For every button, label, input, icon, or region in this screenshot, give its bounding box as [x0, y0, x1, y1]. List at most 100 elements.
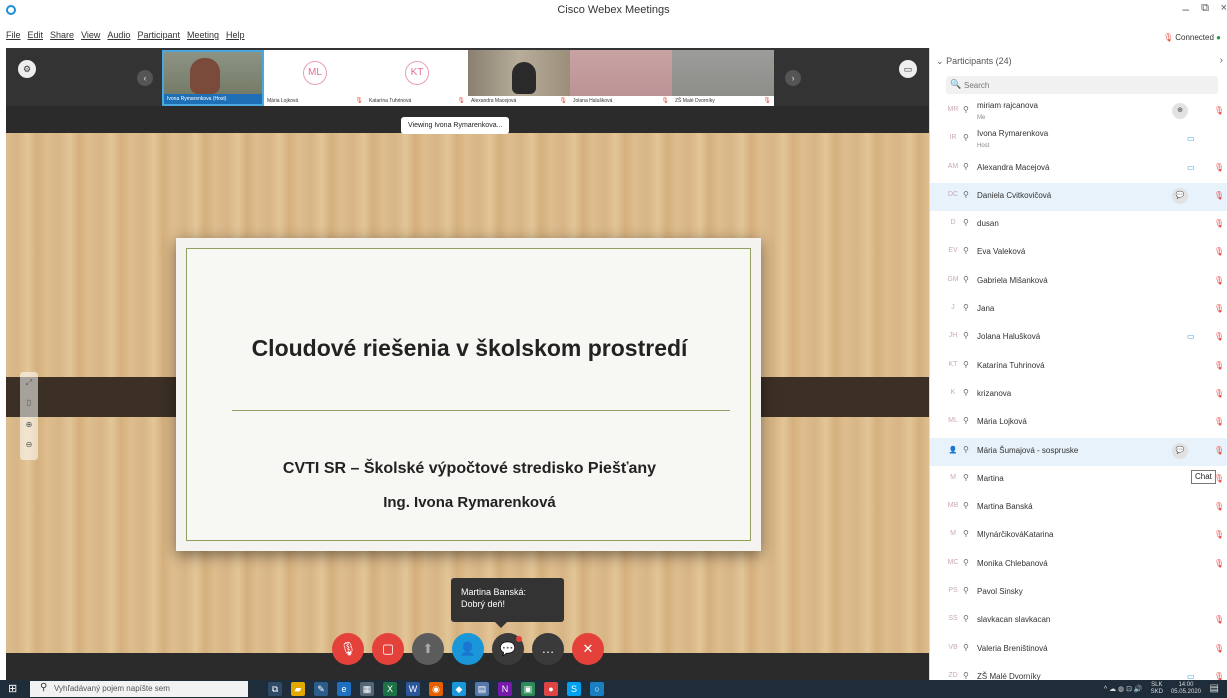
- menu-meeting[interactable]: Meeting: [187, 30, 219, 48]
- end-meeting-button[interactable]: ✕: [572, 633, 604, 665]
- panel-close-icon[interactable]: ›: [1220, 55, 1223, 66]
- tool-icon[interactable]: ✎: [314, 682, 328, 696]
- webex-taskbar-icon[interactable]: ○: [590, 682, 604, 696]
- participant-chat-button[interactable]: ⊕: [1172, 103, 1188, 119]
- onenote-icon[interactable]: N: [498, 682, 512, 696]
- participant-row[interactable]: GM ⚲ Gabriela Mišanková 🎙: [930, 268, 1227, 296]
- participant-row[interactable]: EV ⚲ Eva Valeková 🎙: [930, 239, 1227, 267]
- participant-row[interactable]: K ⚲ krizanova 🎙: [930, 381, 1227, 409]
- menu-help[interactable]: Help: [226, 30, 245, 48]
- participant-row[interactable]: M ⚲ Martina 🎙: [930, 466, 1227, 494]
- excel-icon[interactable]: X: [383, 682, 397, 696]
- participant-row[interactable]: ML ⚲ Mária Lojková 🎙: [930, 409, 1227, 437]
- participant-row[interactable]: J ⚲ Jana 🎙: [930, 296, 1227, 324]
- windows-start-icon[interactable]: ⊞: [8, 683, 20, 695]
- fit-icon[interactable]: ⤢: [20, 374, 38, 392]
- task-view-icon[interactable]: ⧉: [268, 682, 282, 696]
- audio-status-icon: ⚲: [963, 472, 969, 482]
- participants-count: Participants (24): [946, 56, 1012, 66]
- language-indicator[interactable]: SLK SKD: [1151, 682, 1163, 696]
- mute-button[interactable]: 🎙: [332, 633, 364, 665]
- camera-on-icon: ▭: [1187, 332, 1195, 342]
- mic-muted-icon: 🎙: [1214, 106, 1225, 115]
- mic-muted-icon: 🎙: [1214, 388, 1225, 398]
- clock[interactable]: 14:00 05.05.2020: [1171, 682, 1201, 696]
- participant-row[interactable]: AM ⚲ Alexandra Macejová ▭ 🎙: [930, 155, 1227, 183]
- menu-edit[interactable]: Edit: [28, 30, 44, 48]
- share-button[interactable]: ⬆: [412, 633, 444, 665]
- edge-icon[interactable]: e: [337, 682, 351, 696]
- photos-icon[interactable]: ▣: [521, 682, 535, 696]
- store-icon[interactable]: ◆: [452, 682, 466, 696]
- chat-tooltip: Chat: [1191, 470, 1216, 484]
- firefox-icon[interactable]: ◉: [429, 682, 443, 696]
- word-icon[interactable]: W: [406, 682, 420, 696]
- file-explorer-icon[interactable]: ▰: [291, 682, 305, 696]
- participant-row[interactable]: D ⚲ dusan 🎙: [930, 211, 1227, 239]
- participant-row[interactable]: MB ⚲ Martina Banská 🎙: [930, 494, 1227, 522]
- chat-button[interactable]: 💬: [492, 633, 524, 665]
- zoom-in-icon[interactable]: ⊕: [20, 416, 38, 434]
- camera-on-icon: ▭: [1187, 134, 1195, 144]
- filmstrip-prev-button[interactable]: ‹: [137, 70, 153, 86]
- participant-row[interactable]: M ⚲ MlynárčikováKatarina 🎙: [930, 522, 1227, 550]
- participant-row[interactable]: 👤 ⚲ Mária Šumajová - sospruske 💬 🎙: [930, 437, 1227, 466]
- participants-button[interactable]: 👤: [452, 633, 484, 665]
- close-icon: ✕: [582, 641, 594, 656]
- video-tile[interactable]: ML Mária Lojková 🎙: [264, 50, 366, 106]
- mic-muted-icon: 🎙: [1214, 275, 1225, 285]
- notifications-icon[interactable]: ▤: [1210, 683, 1219, 694]
- audio-status-icon: ⚲: [963, 557, 969, 567]
- lang-top: SLK: [1151, 682, 1163, 688]
- menu-participant[interactable]: Participant: [137, 30, 180, 48]
- search-icon: ⚲: [40, 682, 48, 693]
- participant-row[interactable]: MR ⚲ miriam rajcanova Me ⊕ 🎙: [930, 98, 1227, 126]
- mic-muted-icon: 🎙: [1214, 417, 1225, 427]
- participant-row[interactable]: KT ⚲ Katarína Tuhrinová 🎙: [930, 353, 1227, 381]
- filmstrip-next-button[interactable]: ›: [785, 70, 801, 86]
- save-icon[interactable]: ▤: [475, 682, 489, 696]
- participant-row[interactable]: VB ⚲ Valeria Breništinová 🎙: [930, 636, 1227, 664]
- window-title: Cisco Webex Meetings: [557, 4, 670, 16]
- more-button[interactable]: …: [532, 633, 564, 665]
- zoom-out-icon[interactable]: ⊖: [20, 436, 38, 454]
- participant-search-input[interactable]: [946, 76, 1218, 94]
- video-tile[interactable]: KT Katarína Tuhrinová 🎙: [366, 50, 468, 106]
- chrome-icon[interactable]: ●: [544, 682, 558, 696]
- panel-toggle-button[interactable]: ▭: [899, 60, 917, 78]
- avatar: MC: [947, 558, 959, 566]
- participant-chat-button[interactable]: 💬: [1172, 187, 1188, 204]
- video-tile[interactable]: Ivona Rymarenkova (Host): [162, 50, 264, 106]
- video-tile[interactable]: ZŠ Malé Dvorníky 🎙: [672, 50, 774, 106]
- video-tile[interactable]: Jolana Halušková 🎙: [570, 50, 672, 106]
- taskbar-search-input[interactable]: Vyhľadávaný pojem napíšte sem: [30, 681, 248, 697]
- menu-audio[interactable]: Audio: [107, 30, 130, 48]
- participant-name: Alexandra Macejová: [977, 162, 1050, 172]
- menu-share[interactable]: Share: [50, 30, 74, 48]
- maximize-button[interactable]: ⧉: [1201, 2, 1209, 15]
- minimize-button[interactable]: –: [1182, 2, 1189, 16]
- menu-view[interactable]: View: [81, 30, 100, 48]
- tray-icons[interactable]: ^ ☁ ◍ ⊡ 🔊: [1104, 685, 1143, 693]
- video-tile[interactable]: Alexandra Macejová 🎙: [468, 50, 570, 106]
- participant-chat-button[interactable]: 💬: [1172, 442, 1188, 459]
- participant-row[interactable]: MC ⚲ Monika Chlebanová 🎙: [930, 551, 1227, 579]
- layout-toggle-button[interactable]: ⚙: [18, 60, 36, 78]
- menu-file[interactable]: File: [6, 30, 21, 48]
- page-icon[interactable]: ▯: [20, 394, 38, 412]
- audio-status-icon: ⚲: [963, 614, 969, 624]
- participant-row[interactable]: JH ⚲ Jolana Halušková ▭ 🎙: [930, 324, 1227, 352]
- participant-row[interactable]: ZD ⚲ ZŠ Malé Dvorníky ▭ 🎙: [930, 664, 1227, 680]
- participant-row[interactable]: IR ⚲ Ivona Rymarenkova Host ▭: [930, 126, 1227, 154]
- chat-notification[interactable]: Martina Banská: Dobrý deň!: [451, 578, 564, 622]
- participant-row[interactable]: DC ⚲ Daniela Cvitkovičová 💬 🎙: [930, 182, 1227, 212]
- participant-row[interactable]: SS ⚲ slavkacan slavkacan 🎙: [930, 607, 1227, 635]
- avatar: M: [950, 530, 956, 538]
- skype-icon[interactable]: S: [567, 682, 581, 696]
- participant-row[interactable]: PS ⚲ Pavol Sinsky: [930, 579, 1227, 607]
- panel-header[interactable]: ⌄ Participants (24): [936, 56, 1012, 67]
- calculator-icon[interactable]: ▦: [360, 682, 374, 696]
- video-button[interactable]: ▢: [372, 633, 404, 665]
- slide-content: Cloudové riešenia v školskom prostredí C…: [186, 248, 751, 541]
- close-button[interactable]: ×: [1221, 2, 1227, 14]
